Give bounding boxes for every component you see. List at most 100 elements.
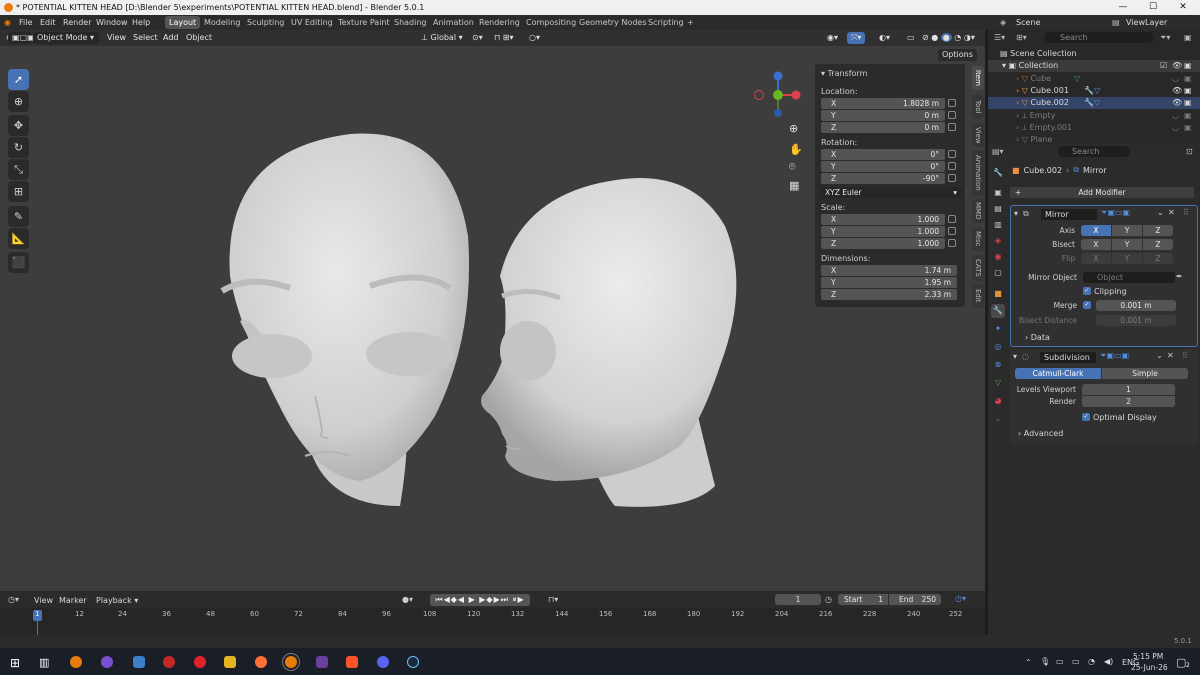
lock-icon[interactable] bbox=[948, 150, 956, 158]
camera-icon[interactable]: ▣ bbox=[1184, 73, 1192, 85]
mode-dropdown[interactable]: Object Mode ▾ bbox=[33, 32, 99, 44]
object-menu[interactable]: Object bbox=[182, 32, 216, 44]
dimensions-x-field[interactable]: X 1.74 m bbox=[821, 265, 957, 276]
add-modifier-button[interactable]: + Add Modifier bbox=[1010, 187, 1194, 198]
windows-start-icon[interactable]: ⊞ bbox=[10, 656, 20, 670]
camera-icon[interactable]: ▣ bbox=[1184, 97, 1192, 109]
merge-checkbox[interactable]: ✓ bbox=[1083, 301, 1091, 309]
render-levels-field[interactable]: 2 bbox=[1082, 396, 1175, 407]
lock-icon[interactable] bbox=[948, 239, 956, 247]
menu-render[interactable]: Render bbox=[63, 18, 91, 27]
transform-section-header[interactable]: ▾ Transform bbox=[821, 69, 867, 78]
lock-icon[interactable] bbox=[948, 215, 956, 223]
timeline-frame-area[interactable] bbox=[0, 608, 985, 635]
outliner-editor-icon[interactable]: ☰▾ bbox=[994, 33, 1005, 42]
outliner-item-empty-001[interactable]: › ⟂ Empty.001 ◡ ▣ bbox=[988, 122, 1200, 134]
eye-icon[interactable]: 👁 bbox=[1172, 85, 1182, 97]
object-tab-icon[interactable]: ■ bbox=[991, 287, 1005, 301]
shading-mode-icons[interactable]: ⊘ ● ● ◔ ◑▾ bbox=[918, 32, 979, 44]
camera-icon[interactable]: ▣ bbox=[1184, 60, 1192, 72]
modifier-visibility-icons[interactable]: ⏷▣▭▣ bbox=[1101, 208, 1130, 218]
discord-icon[interactable] bbox=[377, 656, 389, 668]
outliner-item-plane[interactable]: › ▽ Plane bbox=[988, 134, 1200, 144]
camera-icon[interactable]: ▣ bbox=[1184, 85, 1192, 97]
location-x-field[interactable]: X 1.8028 m bbox=[821, 98, 945, 109]
collection-tab-icon[interactable]: ▢ bbox=[991, 266, 1005, 280]
eye-icon[interactable]: 👁 bbox=[1172, 60, 1182, 72]
clipping-checkbox[interactable]: ✓ bbox=[1083, 287, 1091, 295]
workspace-tab-scripting[interactable]: Scripting bbox=[644, 16, 688, 29]
ortho-grid-icon[interactable]: ▦ bbox=[789, 179, 799, 192]
sync-icon[interactable]: ◷▾ bbox=[955, 594, 966, 603]
data-tab-icon[interactable]: ▽ bbox=[991, 376, 1005, 390]
add-cube-tool-icon[interactable]: ⬛ bbox=[8, 252, 29, 273]
lock-icon[interactable] bbox=[948, 227, 956, 235]
annotate-tool-icon[interactable]: ✎ bbox=[8, 206, 29, 227]
options-button[interactable]: Options bbox=[938, 49, 977, 61]
app-red-icon[interactable] bbox=[163, 656, 175, 668]
workspace-tab-geometry-nodes[interactable]: Geometry Nodes bbox=[575, 16, 650, 29]
menu-file[interactable]: File bbox=[19, 18, 32, 27]
pin-icon[interactable]: ⊡ bbox=[1186, 147, 1193, 156]
dimensions-z-field[interactable]: Z 2.33 m bbox=[821, 289, 957, 300]
data-subpanel-toggle[interactable]: › Data bbox=[1025, 333, 1050, 342]
rotate-tool-icon[interactable]: ↻ bbox=[8, 137, 29, 158]
location-y-field[interactable]: Y 0 m bbox=[821, 110, 945, 121]
blender-app-icon[interactable] bbox=[70, 656, 82, 668]
lock-icon[interactable] bbox=[948, 162, 956, 170]
bisect-y-toggle[interactable]: Y bbox=[1112, 239, 1142, 250]
axis-y-toggle[interactable]: Y bbox=[1112, 225, 1142, 236]
levels-viewport-field[interactable]: 1 bbox=[1082, 384, 1175, 395]
flip-z-toggle[interactable]: Z bbox=[1143, 253, 1173, 264]
remove-modifier-icon[interactable]: ✕ bbox=[1167, 351, 1174, 360]
lock-icon[interactable] bbox=[948, 111, 956, 119]
mirror-object-field[interactable]: Object bbox=[1083, 272, 1175, 283]
pan-hand-icon[interactable]: ✋ bbox=[789, 143, 803, 156]
filter-icon[interactable]: ⏷▾ bbox=[1160, 33, 1170, 43]
location-z-field[interactable]: Z 0 m bbox=[821, 122, 945, 133]
lock-icon[interactable] bbox=[948, 99, 956, 107]
tab-tool[interactable]: Tool bbox=[972, 95, 984, 119]
collapse-arrow-icon[interactable]: ▾ bbox=[1014, 209, 1018, 218]
playback-controls[interactable]: ⏮◀◆◀ ▶ ▶◆▶⏭ ⏸▶ bbox=[430, 594, 530, 606]
tray-mic-icon[interactable]: 🎙 bbox=[1040, 657, 1050, 666]
tab-item[interactable]: Item bbox=[972, 66, 984, 90]
transform-tool-icon[interactable]: ⊞ bbox=[8, 181, 29, 202]
minimize-button[interactable]: — bbox=[1108, 0, 1138, 15]
axis-z-toggle[interactable]: Z bbox=[1143, 225, 1173, 236]
catmull-clark-toggle[interactable]: Catmull-Clark bbox=[1015, 368, 1101, 379]
workspace-tab-shading[interactable]: Shading bbox=[390, 16, 431, 29]
properties-editor-icon[interactable]: ▤▾ bbox=[992, 147, 1004, 156]
task-view-icon[interactable]: ▥ bbox=[39, 656, 49, 669]
close-button[interactable]: ✕ bbox=[1168, 0, 1198, 15]
opera-icon[interactable] bbox=[194, 656, 206, 668]
navigation-gizmo[interactable] bbox=[748, 70, 808, 138]
workspace-tab-rendering[interactable]: Rendering bbox=[475, 16, 524, 29]
merge-distance-field[interactable]: 0.001 m bbox=[1096, 300, 1176, 311]
dimensions-y-field[interactable]: Y 1.95 m bbox=[821, 277, 957, 288]
flip-x-toggle[interactable]: X bbox=[1081, 253, 1111, 264]
auto-keying-icon[interactable]: ●▾ bbox=[402, 595, 413, 604]
select-tool-icon[interactable]: ➚ bbox=[8, 69, 29, 90]
pivot-icon[interactable]: ⊙▾ bbox=[468, 32, 487, 44]
tray-monitor-icon[interactable]: ▭ bbox=[1072, 657, 1080, 666]
scale-x-field[interactable]: X 1.000 bbox=[821, 214, 945, 225]
app-purple-icon[interactable] bbox=[316, 656, 328, 668]
workspace-tab-uv-editing[interactable]: UV Editing bbox=[287, 16, 337, 29]
output-tab-icon[interactable]: ▤ bbox=[991, 202, 1005, 216]
bisect-x-toggle[interactable]: X bbox=[1081, 239, 1111, 250]
zoom-icon[interactable]: ⊕ bbox=[789, 122, 798, 135]
rotation-x-field[interactable]: X 0° bbox=[821, 149, 945, 160]
tab-view[interactable]: View bbox=[972, 123, 984, 147]
workspace-tab-sculpting[interactable]: Sculpting bbox=[243, 16, 288, 29]
rotation-z-field[interactable]: Z -90° bbox=[821, 173, 945, 184]
collapse-arrow-icon[interactable]: ▾ bbox=[1013, 352, 1017, 361]
constraints-tab-icon[interactable]: ⊗ bbox=[991, 358, 1005, 372]
menu-window[interactable]: Window bbox=[96, 18, 128, 27]
xray-toggle-icon[interactable]: ▭ bbox=[903, 32, 919, 44]
tray-volume-icon[interactable]: ◀) bbox=[1104, 657, 1113, 666]
end-frame-field[interactable]: End 250 bbox=[889, 594, 941, 605]
outliner-item-cube-002[interactable]: › ▽ Cube.002 🔧▽ 👁 ▣ bbox=[988, 97, 1200, 109]
outliner-item-cube-001[interactable]: › ▽ Cube.001 🔧▽ 👁 ▣ bbox=[988, 85, 1200, 97]
world-tab-icon[interactable]: ◉ bbox=[991, 250, 1005, 264]
